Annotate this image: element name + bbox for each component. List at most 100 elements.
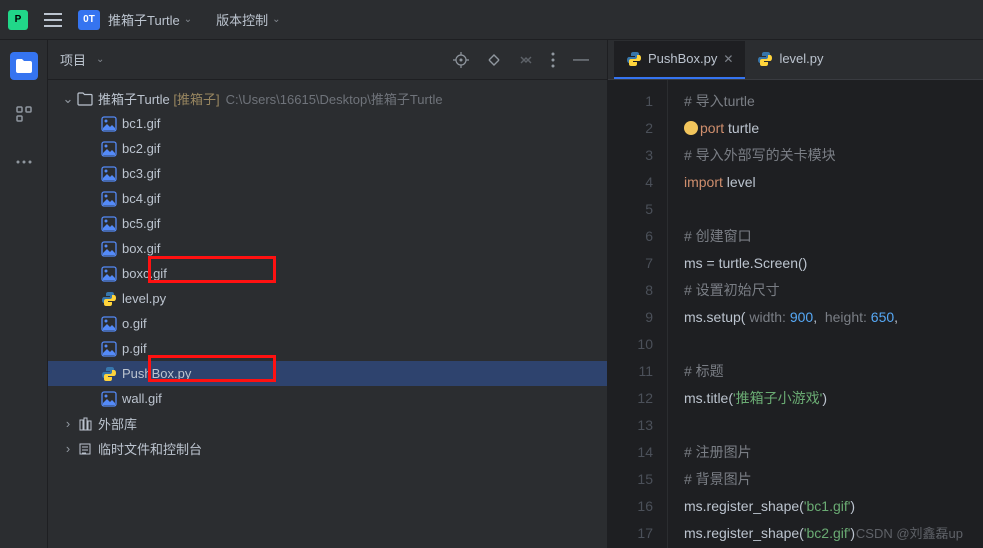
image-file-icon xyxy=(100,241,118,257)
project-pane-header: 项目 ⌄ — xyxy=(48,40,607,80)
project-badge: 0T xyxy=(78,10,100,30)
line-number: 13 xyxy=(618,412,653,439)
image-file-icon xyxy=(100,391,118,407)
code-line[interactable]: # 导入turtle xyxy=(684,88,898,115)
more-tool-icon[interactable] xyxy=(10,148,38,176)
file-name: boxc.gif xyxy=(122,266,167,281)
expand-icon[interactable] xyxy=(481,53,507,67)
file-name: o.gif xyxy=(122,316,147,331)
tree-file[interactable]: p.gif xyxy=(48,336,607,361)
tree-root[interactable]: ⌄ 推箱子Turtle [推箱子] C:\Users\16615\Desktop… xyxy=(48,86,607,111)
tab-label: PushBox.py xyxy=(648,51,717,66)
image-file-icon xyxy=(100,116,118,132)
tool-window-bar xyxy=(0,40,48,548)
file-name: bc4.gif xyxy=(122,191,160,206)
tree-scratches[interactable]: › 临时文件和控制台 xyxy=(48,436,607,461)
file-name: PushBox.py xyxy=(122,366,191,381)
python-file-icon xyxy=(626,51,642,67)
root-bracket: [推箱子] xyxy=(173,89,219,108)
image-file-icon xyxy=(100,166,118,182)
tree-file[interactable]: bc5.gif xyxy=(48,211,607,236)
code-line[interactable]: ms.register_shape('bc1.gif') xyxy=(684,493,898,520)
code-line[interactable]: ms.setup( width: 900, height: 650, xyxy=(684,304,898,331)
image-file-icon xyxy=(100,266,118,282)
locate-icon[interactable] xyxy=(447,52,475,68)
project-pane: 项目 ⌄ — ⌄ 推箱子Turtle [推箱子] C:\Users\16615\… xyxy=(48,40,608,548)
chevron-down-icon[interactable]: ⌄ xyxy=(96,54,104,65)
collapse-arrow-icon[interactable]: › xyxy=(60,416,76,431)
tree-file[interactable]: bc4.gif xyxy=(48,186,607,211)
structure-tool-icon[interactable] xyxy=(10,100,38,128)
scratch-icon xyxy=(76,442,94,456)
file-name: bc5.gif xyxy=(122,216,160,231)
collapse-icon[interactable] xyxy=(513,53,539,67)
line-number: 16 xyxy=(618,493,653,520)
line-number: 2 xyxy=(618,115,653,142)
titlebar: P 0T 推箱子Turtle⌄ 版本控制⌄ xyxy=(0,0,983,40)
image-file-icon xyxy=(100,316,118,332)
code-line[interactable]: # 创建窗口 xyxy=(684,223,898,250)
pycharm-logo-icon: P xyxy=(8,10,28,30)
line-number: 12 xyxy=(618,385,653,412)
line-number: 6 xyxy=(618,223,653,250)
line-number: 10 xyxy=(618,331,653,358)
expand-arrow-icon[interactable]: ⌄ xyxy=(60,91,76,107)
tree-file[interactable]: box.gif xyxy=(48,236,607,261)
code-line[interactable]: import level xyxy=(684,169,898,196)
hamburger-icon[interactable] xyxy=(36,13,70,27)
image-file-icon xyxy=(100,341,118,357)
project-pane-title: 项目 xyxy=(60,50,86,69)
file-name: p.gif xyxy=(122,341,147,356)
code-line[interactable]: # 标题 xyxy=(684,358,898,385)
tree-file[interactable]: boxc.gif xyxy=(48,261,607,286)
line-number: 3 xyxy=(618,142,653,169)
code-line[interactable]: # 导入外部写的关卡模块 xyxy=(684,142,898,169)
library-icon xyxy=(76,417,94,431)
line-number: 1 xyxy=(618,88,653,115)
code-line[interactable] xyxy=(684,196,898,223)
editor-tab[interactable]: PushBox.py ✕ xyxy=(614,41,745,79)
tree-file[interactable]: bc3.gif xyxy=(48,161,607,186)
code-line[interactable]: port turtle xyxy=(684,115,898,142)
line-number: 17 xyxy=(618,520,653,547)
editor-tabs: PushBox.py ✕ level.py xyxy=(608,40,983,80)
minimize-icon[interactable]: — xyxy=(567,51,595,69)
code-body[interactable]: # 导入turtleport turtle# 导入外部写的关卡模块import … xyxy=(668,80,898,548)
editor-pane: PushBox.py✕level.py 12345678910111213141… xyxy=(608,40,983,548)
tree-file[interactable]: o.gif xyxy=(48,311,607,336)
line-number: 4 xyxy=(618,169,653,196)
tree-file[interactable]: wall.gif xyxy=(48,386,607,411)
tree-file[interactable]: bc2.gif xyxy=(48,136,607,161)
tree-external-libs[interactable]: › 外部库 xyxy=(48,411,607,436)
close-icon[interactable]: ✕ xyxy=(723,52,733,66)
python-file-icon xyxy=(100,291,118,307)
code-line[interactable]: # 设置初始尺寸 xyxy=(684,277,898,304)
vcs-selector[interactable]: 版本控制⌄ xyxy=(216,10,280,29)
code-line[interactable]: # 背景图片 xyxy=(684,466,898,493)
python-file-icon xyxy=(757,51,773,67)
line-number: 7 xyxy=(618,250,653,277)
code-line[interactable]: # 注册图片 xyxy=(684,439,898,466)
image-file-icon xyxy=(100,191,118,207)
root-path: C:\Users\16615\Desktop\推箱子Turtle xyxy=(226,89,443,108)
line-number: 5 xyxy=(618,196,653,223)
code-editor[interactable]: 1234567891011121314151617 # 导入turtleport… xyxy=(608,80,983,548)
code-line[interactable] xyxy=(684,412,898,439)
tree-file[interactable]: PushBox.py xyxy=(48,361,607,386)
code-line[interactable]: ms = turtle.Screen() xyxy=(684,250,898,277)
project-tree[interactable]: ⌄ 推箱子Turtle [推箱子] C:\Users\16615\Desktop… xyxy=(48,80,607,467)
tree-file[interactable]: level.py xyxy=(48,286,607,311)
project-tool-icon[interactable] xyxy=(10,52,38,80)
tab-label: level.py xyxy=(779,51,823,66)
project-selector[interactable]: 推箱子Turtle⌄ xyxy=(108,10,192,29)
line-number: 15 xyxy=(618,466,653,493)
file-name: bc3.gif xyxy=(122,166,160,181)
code-line[interactable]: ms.title('推箱子小游戏') xyxy=(684,385,898,412)
tree-file[interactable]: bc1.gif xyxy=(48,111,607,136)
watermark: CSDN @刘鑫磊up xyxy=(856,523,963,542)
editor-tab[interactable]: level.py xyxy=(745,41,835,79)
kebab-menu-icon[interactable] xyxy=(545,52,561,68)
code-line[interactable] xyxy=(684,331,898,358)
line-number: 9 xyxy=(618,304,653,331)
collapse-arrow-icon[interactable]: › xyxy=(60,441,76,456)
